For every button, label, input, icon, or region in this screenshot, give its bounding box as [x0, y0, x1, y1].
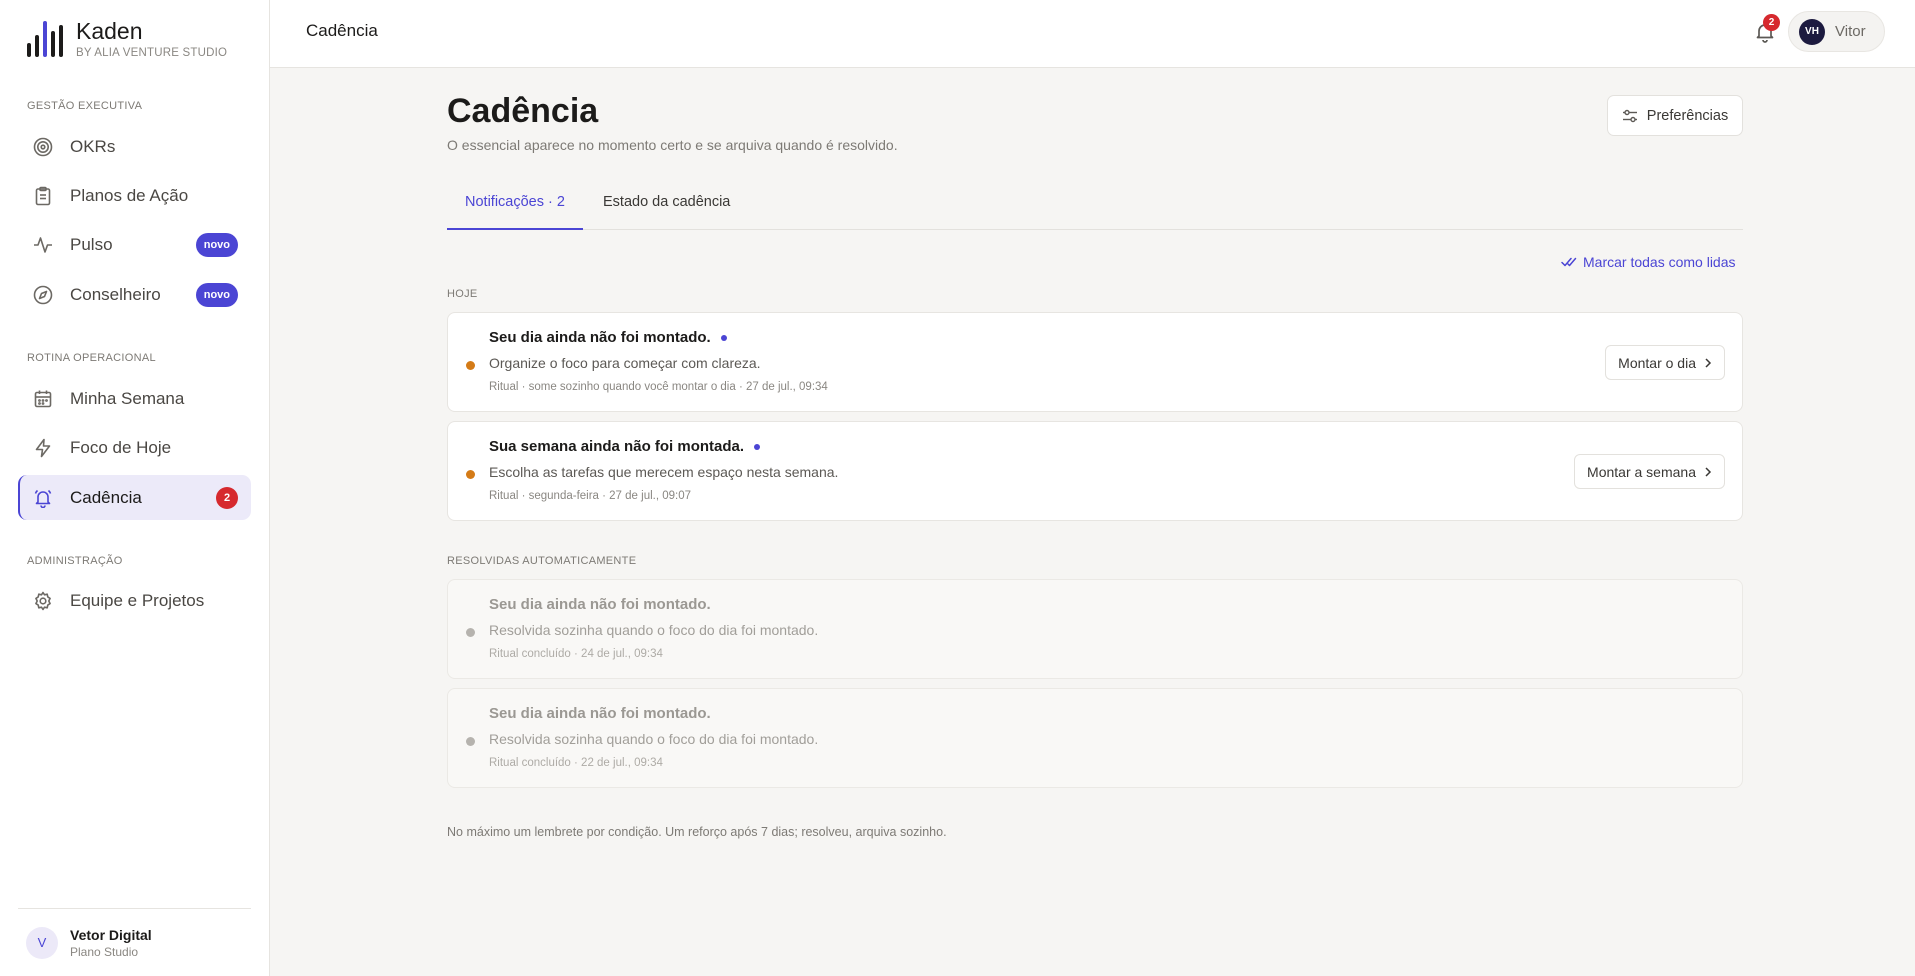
sidebar-item-pulso[interactable]: Pulso novo — [18, 222, 251, 267]
sidebar: Kaden BY ALIA VENTURE STUDIO GESTÃO EXEC… — [0, 0, 270, 976]
brand-subtitle: BY ALIA VENTURE STUDIO — [76, 47, 228, 59]
notifications-count-badge: 2 — [1763, 14, 1780, 31]
sliders-icon — [1622, 109, 1637, 122]
resolved-notification-card[interactable]: Seu dia ainda não foi montado. Resolvida… — [447, 688, 1743, 788]
avatar: VH — [1799, 18, 1825, 45]
user-menu-button[interactable]: VH Vitor — [1788, 11, 1885, 52]
group-label-resolvidas: RESOLVIDAS AUTOMATICAMENTE — [447, 555, 637, 567]
target-icon — [32, 136, 54, 158]
sidebar-item-equipe-e-projetos[interactable]: Equipe e Projetos — [18, 578, 251, 623]
unread-indicator — [754, 443, 761, 450]
page-subtitle: O essencial aparece no momento certo e s… — [447, 137, 898, 153]
notification-title: Seu dia ainda não foi montado. — [489, 705, 711, 722]
sidebar-item-label: Cadência — [70, 487, 142, 507]
calendar-icon — [32, 388, 54, 410]
sidebar-item-label: Pulso — [70, 234, 113, 254]
chevron-right-icon — [1705, 357, 1712, 368]
lightning-icon — [32, 437, 54, 459]
notification-description: Organize o foco para começar com clareza… — [489, 355, 761, 371]
sidebar-item-label: Planos de Ação — [70, 185, 189, 205]
avatar: V — [26, 926, 58, 959]
activity-icon — [32, 234, 54, 256]
count-badge: 2 — [216, 487, 238, 509]
workspace-switcher[interactable]: V Vetor Digital Plano Studio — [18, 908, 251, 976]
notification-meta: Ritual concluído · 24 de jul., 09:34 — [489, 648, 663, 660]
sidebar-item-label: Conselheiro — [70, 284, 161, 304]
mark-all-read-label: Marcar todas como lidas — [1583, 254, 1736, 270]
workspace-name: Vetor Digital — [70, 926, 152, 943]
preferences-button[interactable]: Preferências — [1607, 95, 1743, 136]
topbar: Cadência 2 VH Vitor — [270, 0, 1915, 68]
montar-a-semana-button[interactable]: Montar a semana — [1574, 454, 1725, 489]
status-dot — [466, 737, 475, 746]
unread-indicator — [720, 334, 727, 341]
notification-meta: Ritual concluído · 22 de jul., 09:34 — [489, 757, 663, 769]
preferences-label: Preferências — [1646, 107, 1729, 124]
section-label-administracao: ADMINISTRAÇÃO — [27, 555, 123, 567]
sidebar-item-label: Equipe e Projetos — [70, 590, 205, 610]
bell-icon — [32, 487, 54, 509]
status-dot — [466, 628, 475, 637]
tabs: Notificações · 2 Estado da cadência — [447, 186, 1743, 230]
clipboard-icon — [32, 185, 54, 207]
sidebar-item-conselheiro[interactable]: Conselheiro novo — [18, 272, 251, 317]
new-badge: novo — [195, 283, 238, 307]
montar-o-dia-button[interactable]: Montar o dia — [1605, 345, 1725, 380]
status-dot — [466, 361, 475, 370]
chevron-right-icon — [1705, 466, 1712, 477]
new-badge: novo — [195, 233, 238, 257]
notification-meta: Ritual · some sozinho quando você montar… — [489, 381, 828, 393]
sidebar-item-label: OKRs — [70, 136, 116, 156]
notification-title: Sua semana ainda não foi montada. — [489, 438, 761, 455]
sidebar-item-okrs[interactable]: OKRs — [18, 124, 251, 169]
sidebar-item-label: Minha Semana — [70, 388, 185, 408]
sidebar-item-minha-semana[interactable]: Minha Semana — [18, 376, 251, 421]
sidebar-item-label: Foco de Hoje — [70, 437, 172, 457]
resolved-notification-card[interactable]: Seu dia ainda não foi montado. Resolvida… — [447, 579, 1743, 679]
gear-icon — [32, 590, 54, 612]
mark-all-read-link[interactable]: Marcar todas como lidas — [1561, 254, 1736, 270]
sidebar-item-planos-de-acao[interactable]: Planos de Ação — [18, 173, 251, 218]
notification-title: Seu dia ainda não foi montado. — [489, 596, 711, 613]
footnote: No máximo um lembrete por condição. Um r… — [447, 825, 947, 839]
compass-icon — [32, 284, 54, 306]
section-label-rotina: ROTINA OPERACIONAL — [27, 352, 156, 364]
breadcrumb: Cadência — [306, 21, 378, 40]
section-label-gestao: GESTÃO EXECUTIVA — [27, 100, 143, 112]
user-name: Vitor — [1835, 23, 1866, 40]
page-title: Cadência — [447, 92, 599, 130]
double-check-icon — [1561, 257, 1577, 267]
notification-card[interactable]: Sua semana ainda não foi montada. Escolh… — [447, 421, 1743, 521]
sidebar-item-foco-de-hoje[interactable]: Foco de Hoje — [18, 425, 251, 470]
logo-bars-icon — [27, 20, 63, 57]
notification-description: Resolvida sozinha quando o foco do dia f… — [489, 731, 819, 747]
tab-estado-da-cadencia[interactable]: Estado da cadência — [603, 186, 730, 230]
sidebar-item-cadencia[interactable]: Cadência 2 — [18, 475, 251, 520]
workspace-plan: Plano Studio — [70, 944, 139, 959]
notification-title: Seu dia ainda não foi montado. — [489, 329, 727, 346]
notification-description: Resolvida sozinha quando o foco do dia f… — [489, 622, 819, 638]
status-dot — [466, 470, 475, 479]
notification-card[interactable]: Seu dia ainda não foi montado. Organize … — [447, 312, 1743, 412]
notification-meta: Ritual · segunda-feira · 27 de jul., 09:… — [489, 490, 692, 502]
group-label-hoje: HOJE — [447, 288, 478, 300]
brand[interactable]: Kaden BY ALIA VENTURE STUDIO — [26, 18, 227, 59]
brand-name: Kaden — [76, 18, 143, 44]
tab-notificacoes[interactable]: Notificações · 2 — [447, 186, 583, 230]
notification-description: Escolha as tarefas que merecem espaço ne… — [489, 464, 839, 480]
